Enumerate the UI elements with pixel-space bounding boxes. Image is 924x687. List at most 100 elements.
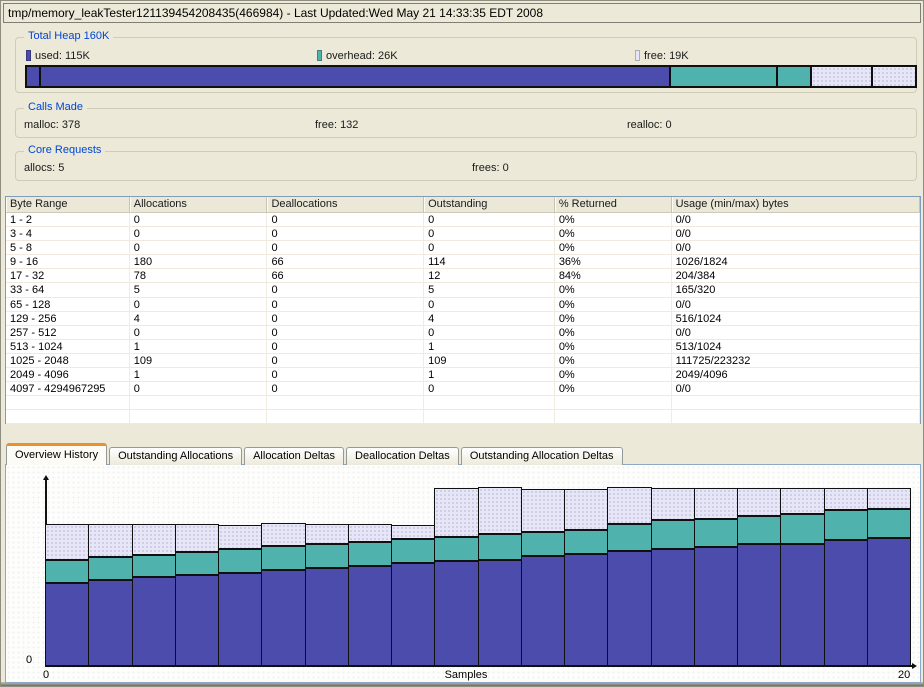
overview-history-panel: 0 0 Samples 20 (5, 464, 921, 683)
chart-bar-used (694, 547, 738, 666)
tab-outstanding-allocations[interactable]: Outstanding Allocations (109, 447, 242, 465)
table-cell: 0 (424, 213, 555, 227)
table-cell: 12 (424, 269, 555, 283)
table-cell: 3 - 4 (6, 227, 130, 241)
tab-allocation-deltas[interactable]: Allocation Deltas (244, 447, 344, 465)
heap-bar-segment-overhead (669, 67, 776, 86)
column-header[interactable]: Allocations (130, 197, 268, 212)
chart-bar-used (478, 560, 522, 666)
table-row[interactable]: 5 - 80000%0/0 (6, 241, 920, 255)
table-cell (6, 396, 130, 410)
table-cell: 0 (267, 298, 424, 312)
x-axis-start-label: 0 (43, 669, 49, 681)
table-row[interactable] (6, 396, 920, 410)
y-axis-origin-label: 0 (26, 654, 32, 666)
chart-bar-overhead (780, 514, 824, 544)
table-row[interactable]: 65 - 1280000%0/0 (6, 298, 920, 312)
table-cell: 0 (424, 298, 555, 312)
used-swatch-icon (26, 50, 31, 61)
chart-bar-overhead (737, 516, 781, 544)
chart-bar-overhead (88, 557, 132, 580)
chart-bar-free (867, 488, 911, 509)
table-cell: 0 (267, 213, 424, 227)
table-cell: 0% (555, 382, 672, 396)
table-cell: 0% (555, 213, 672, 227)
table-row[interactable]: 33 - 645050%165/320 (6, 283, 920, 297)
y-axis-arrow-icon (43, 475, 49, 480)
table-cell: 0% (555, 283, 672, 297)
chart-bar-used (607, 551, 651, 666)
table-cell: 0% (555, 340, 672, 354)
table-cell: 513/1024 (672, 340, 920, 354)
table-cell: 0/0 (672, 227, 920, 241)
chart-bar-overhead (305, 544, 349, 568)
chart-bar-free (824, 488, 868, 510)
heap-legend-free: free: 19K (635, 50, 689, 62)
table-cell: 513 - 1024 (6, 340, 130, 354)
column-header[interactable]: Usage (min/max) bytes (672, 197, 920, 212)
byte-range-table[interactable]: Byte RangeAllocationsDeallocationsOutsta… (5, 196, 921, 424)
heap-bar-segment-free (810, 67, 871, 86)
table-row[interactable]: 9 - 161806611436%1026/1824 (6, 255, 920, 269)
table-cell: 65 - 128 (6, 298, 130, 312)
chart-bar-used (45, 583, 89, 666)
table-row[interactable]: 3 - 40000%0/0 (6, 227, 920, 241)
realloc-count: realloc: 0 (627, 119, 672, 131)
chart-bar-free (88, 524, 132, 557)
x-axis-title: Samples (406, 669, 526, 681)
chart-bar-overhead (694, 519, 738, 547)
tab-deallocation-deltas[interactable]: Deallocation Deltas (346, 447, 459, 465)
table-row[interactable]: 129 - 2564040%516/1024 (6, 312, 920, 326)
table-cell: 0 (267, 227, 424, 241)
chart-bar-free (478, 487, 522, 534)
chart-bar-used (175, 575, 219, 666)
table-cell (672, 396, 920, 410)
tab-overview-history[interactable]: Overview History (6, 443, 107, 465)
table-row[interactable] (6, 410, 920, 424)
table-row[interactable]: 513 - 10241010%513/1024 (6, 340, 920, 354)
chart-bar-overhead (391, 539, 435, 563)
chart-bar-overhead (218, 549, 262, 573)
chart-bar-free (564, 489, 608, 530)
table-cell: 5 (424, 283, 555, 297)
window-title: tmp/memory_leakTester121139454208435(466… (8, 6, 543, 20)
chart-bar-free (521, 489, 565, 532)
table-cell: 129 - 256 (6, 312, 130, 326)
history-tab-bar: Overview HistoryOutstanding AllocationsA… (6, 443, 623, 465)
chart-bar-overhead (607, 524, 651, 551)
calls-made-caption: Calls Made (24, 101, 87, 113)
chart-bar-overhead (132, 555, 176, 577)
free-swatch-icon (635, 50, 640, 61)
frees-count: frees: 0 (472, 162, 509, 174)
table-row[interactable]: 17 - 3278661284%204/384 (6, 269, 920, 283)
chart-bar-overhead (867, 509, 911, 538)
chart-bar-used (824, 540, 868, 666)
table-row[interactable]: 2049 - 40961010%2049/4096 (6, 368, 920, 382)
chart-bar-overhead (434, 537, 478, 561)
table-row[interactable]: 257 - 5120000%0/0 (6, 326, 920, 340)
table-cell: 0/0 (672, 298, 920, 312)
chart-bar-used (132, 577, 176, 666)
chart-bar-free (132, 524, 176, 555)
chart-bar-used (867, 538, 911, 666)
table-cell: 0/0 (672, 241, 920, 255)
calls-made-group: Calls Made malloc: 378 free: 132 realloc… (15, 108, 917, 138)
table-row[interactable]: 1 - 20000%0/0 (6, 213, 920, 227)
tab-outstanding-allocation-deltas[interactable]: Outstanding Allocation Deltas (461, 447, 623, 465)
table-cell: 4097 - 4294967295 (6, 382, 130, 396)
chart-bar-overhead (45, 560, 89, 583)
column-header[interactable]: % Returned (555, 197, 672, 212)
table-row[interactable]: 1025 - 204810901090%111725/223232 (6, 354, 920, 368)
column-header[interactable]: Deallocations (267, 197, 424, 212)
heap-legend-overhead-label: overhead: 26K (326, 50, 398, 62)
chart-bar-used (564, 554, 608, 666)
column-header[interactable]: Byte Range (6, 197, 130, 212)
chart-bar-overhead (478, 534, 522, 560)
table-cell: 0% (555, 298, 672, 312)
heap-bar-segment-free (871, 67, 915, 86)
table-row[interactable]: 4097 - 42949672950000%0/0 (6, 382, 920, 396)
table-cell: 257 - 512 (6, 326, 130, 340)
table-cell: 0% (555, 354, 672, 368)
column-header[interactable]: Outstanding (424, 197, 555, 212)
table-cell: 0 (130, 326, 268, 340)
